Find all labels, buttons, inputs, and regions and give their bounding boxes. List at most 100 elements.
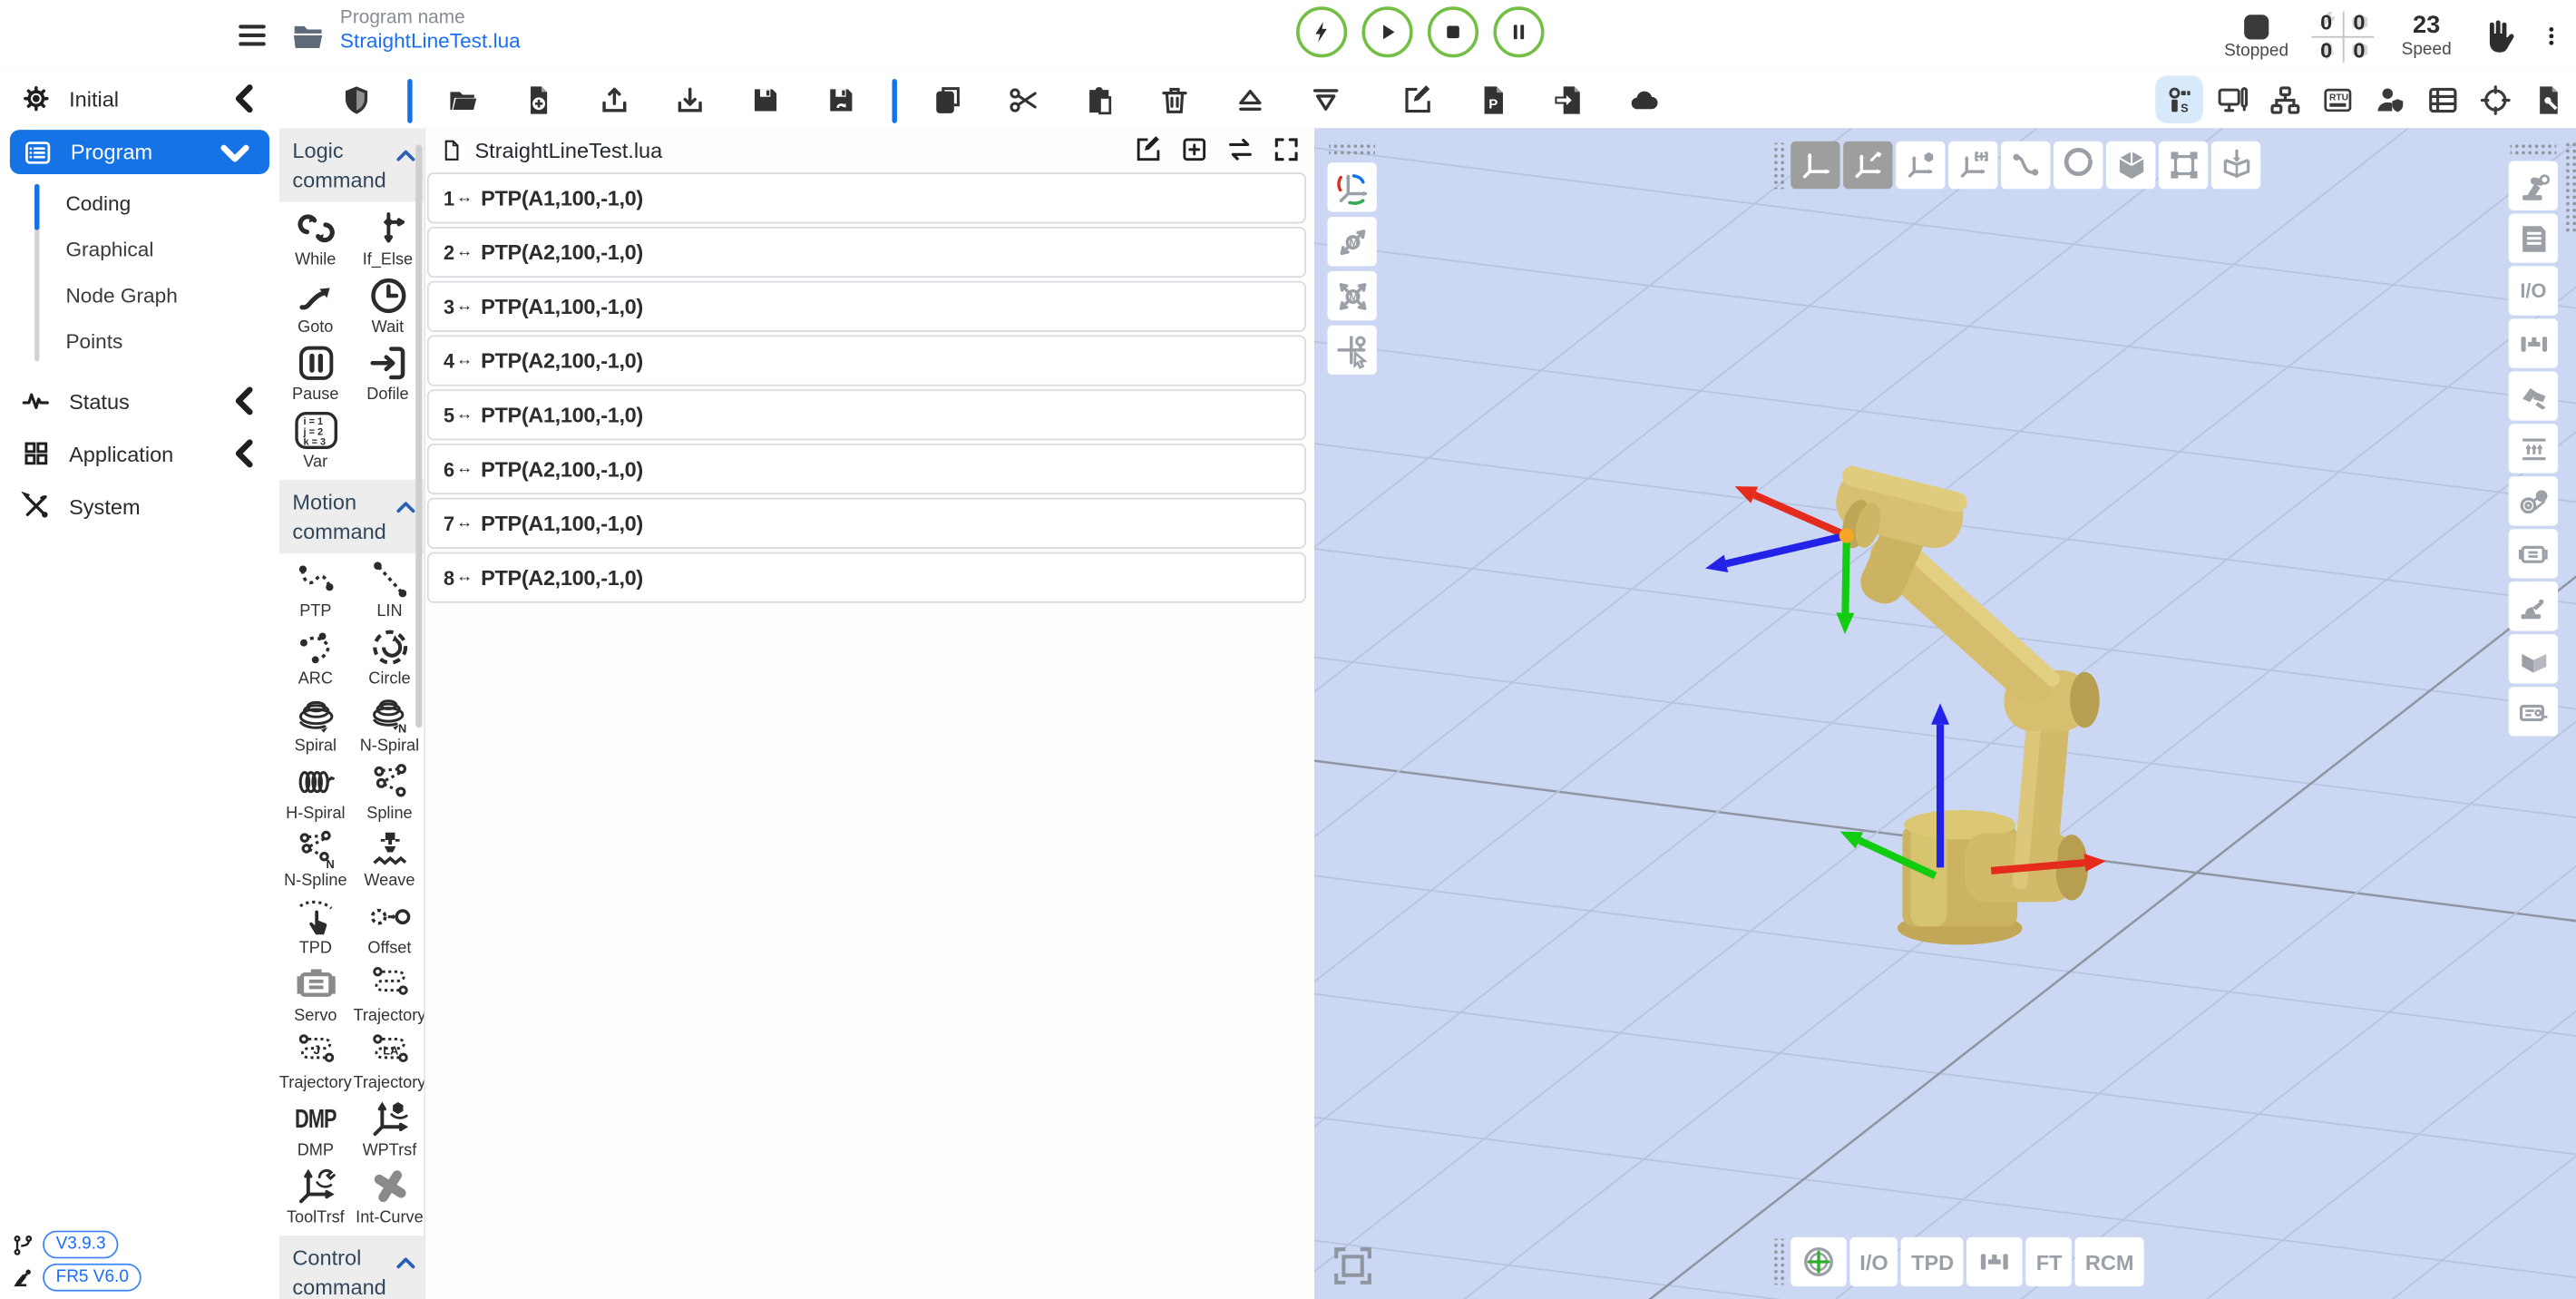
- command-dofile[interactable]: Dofile: [352, 342, 424, 405]
- program-line[interactable]: 5↔PTP(A1,100,-1,0): [427, 389, 1306, 440]
- drag-handle-icon[interactable]: [1329, 142, 1375, 158]
- extend-frame-button[interactable]: [1948, 142, 1997, 190]
- base-frame-button[interactable]: [1791, 142, 1839, 190]
- viewport-fullscreen-icon[interactable]: [1331, 1244, 1375, 1288]
- filter-button[interactable]: [1310, 83, 1342, 116]
- modbus-rtu-button[interactable]: RTU: [2313, 75, 2361, 123]
- sidebar-subitem-coding[interactable]: Coding: [0, 181, 279, 227]
- drag-handle-icon[interactable]: [1771, 142, 1787, 189]
- save-button[interactable]: [749, 83, 782, 116]
- command-offset[interactable]: Offset: [352, 895, 425, 958]
- io-overlay-button[interactable]: I/O: [1849, 1237, 1898, 1286]
- jog-free-button[interactable]: M: [1327, 271, 1376, 320]
- log-panel-button[interactable]: [2509, 213, 2558, 262]
- command-wptrsf[interactable]: WPTrsf: [352, 1098, 425, 1160]
- cut-button[interactable]: [1007, 83, 1039, 116]
- version-badge[interactable]: V3.9.3: [43, 1231, 119, 1259]
- command-trajectory-la[interactable]: LATrajectory: [352, 1030, 425, 1093]
- sidebar-subitem-node-graph[interactable]: Node Graph: [0, 273, 279, 319]
- command-circle-cmd[interactable]: Circle: [352, 626, 425, 689]
- add-line-button[interactable]: [1179, 135, 1209, 165]
- command-trajectory[interactable]: Trajectory: [352, 963, 425, 1026]
- file-config-button[interactable]: [2523, 75, 2571, 123]
- command-var[interactable]: i = 1j = 2k = 3Var: [279, 409, 352, 472]
- path-display-button[interactable]: [2001, 142, 2050, 190]
- program-line[interactable]: 7↔PTP(A1,100,-1,0): [427, 498, 1306, 549]
- chevron-up-icon[interactable]: [396, 1254, 416, 1274]
- more-menu-icon[interactable]: [2540, 15, 2562, 57]
- program-line[interactable]: 4↔PTP(A2,100,-1,0): [427, 335, 1306, 386]
- sidebar-item-system[interactable]: System: [0, 480, 279, 532]
- program-file-link[interactable]: StraightLineTest.lua: [340, 30, 521, 55]
- pick-point-button[interactable]: [1327, 326, 1376, 375]
- teach-pendant-button[interactable]: [2208, 75, 2256, 123]
- boundary-display-button[interactable]: [2159, 142, 2208, 190]
- user-security-button[interactable]: [2366, 75, 2414, 123]
- command-dmp[interactable]: DMPDMP: [279, 1098, 352, 1160]
- drag-teach-icon[interactable]: [2477, 14, 2518, 58]
- welding-torch-button[interactable]: [2509, 581, 2558, 630]
- version-badge[interactable]: FR5 V6.0: [43, 1264, 141, 1292]
- pause-button[interactable]: [1493, 6, 1544, 57]
- tpd-overlay-button[interactable]: TPD: [1901, 1237, 1964, 1286]
- copy-button[interactable]: [932, 83, 964, 116]
- command-h-spiral[interactable]: H-Spiral: [279, 761, 352, 824]
- servo-device-button[interactable]: [2509, 529, 2558, 578]
- command-ptp[interactable]: PTP: [279, 559, 352, 621]
- hamburger-menu-icon[interactable]: [235, 18, 269, 53]
- jog-rotate-button[interactable]: [1327, 162, 1376, 211]
- download-button[interactable]: [674, 83, 707, 116]
- command-n-spiral[interactable]: NN-Spiral: [352, 694, 425, 757]
- program-line[interactable]: 3↔PTP(A1,100,-1,0): [427, 281, 1306, 332]
- workpiece-frame-button[interactable]: [1896, 142, 1945, 190]
- import-file-button[interactable]: [1553, 83, 1586, 116]
- drag-handle-icon[interactable]: [2511, 142, 2557, 158]
- sidebar-subitem-graphical[interactable]: Graphical: [0, 227, 279, 273]
- io-panel-button[interactable]: I/O: [2509, 266, 2558, 315]
- palette-section-header[interactable]: Motion command: [279, 480, 424, 554]
- command-wait[interactable]: Wait: [352, 275, 424, 337]
- palette-section-header[interactable]: Logic command: [279, 128, 424, 202]
- command-pause-cmd[interactable]: Pause: [279, 342, 352, 405]
- program-line[interactable]: 8↔PTP(A2,100,-1,0): [427, 552, 1306, 603]
- import-model-button[interactable]: [2211, 142, 2260, 190]
- quick-run-button[interactable]: [1296, 6, 1347, 57]
- points-file-button[interactable]: P: [1477, 83, 1509, 116]
- edit-line-button[interactable]: [1134, 135, 1164, 165]
- program-line[interactable]: 6↔PTP(A2,100,-1,0): [427, 444, 1306, 494]
- mount-overlay-button[interactable]: [1967, 1237, 2024, 1286]
- program-line[interactable]: 2↔PTP(A2,100,-1,0): [427, 227, 1306, 278]
- palette-section-header[interactable]: Control command: [279, 1236, 424, 1299]
- sidebar-item-program[interactable]: Program: [10, 130, 269, 174]
- command-arc[interactable]: ARC: [279, 626, 352, 689]
- command-tooltrsf[interactable]: ToolTrsf: [279, 1165, 352, 1227]
- tcp-target-button[interactable]: [1791, 1237, 1847, 1286]
- drag-handle-icon[interactable]: [1771, 1239, 1787, 1285]
- command-tpd[interactable]: TPD: [279, 895, 352, 958]
- register-table-button[interactable]: [2418, 75, 2466, 123]
- target-button[interactable]: [2471, 75, 2519, 123]
- edit-program-button[interactable]: [1401, 83, 1434, 116]
- lift-axis-button[interactable]: [2509, 424, 2558, 473]
- jog-linear-button[interactable]: M: [1327, 217, 1376, 266]
- viewport-edge-drag-handle[interactable]: [2564, 142, 2576, 233]
- circle-display-button[interactable]: [2054, 142, 2103, 190]
- sensor-tool-button[interactable]: S: [2155, 75, 2203, 123]
- sidebar-subitem-points[interactable]: Points: [0, 318, 279, 365]
- palette-scrollbar[interactable]: [415, 144, 422, 728]
- protect-button[interactable]: [340, 83, 373, 116]
- command-n-spline[interactable]: NN-Spline: [279, 828, 352, 891]
- command-spline[interactable]: Spline: [352, 761, 425, 824]
- reorder-lines-button[interactable]: [1225, 135, 1255, 165]
- expand-editor-button[interactable]: [1272, 135, 1302, 165]
- stop-button[interactable]: [1428, 6, 1478, 57]
- network-button[interactable]: [2260, 75, 2308, 123]
- command-goto[interactable]: Goto: [279, 275, 352, 337]
- tool-frame-button[interactable]: [1843, 142, 1892, 190]
- sidebar-item-status[interactable]: Status: [0, 375, 279, 427]
- command-while[interactable]: While: [279, 207, 352, 269]
- controller-device-button[interactable]: [2509, 687, 2558, 736]
- sidebar-item-initial[interactable]: Initial: [0, 73, 279, 125]
- chevron-up-icon[interactable]: [396, 498, 416, 518]
- new-file-button[interactable]: [522, 83, 555, 116]
